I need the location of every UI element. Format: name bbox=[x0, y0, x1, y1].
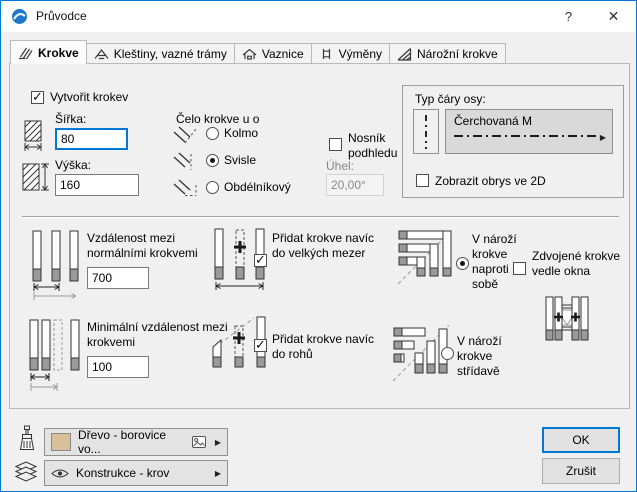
add-rafters-corners-checkbox[interactable] bbox=[254, 339, 267, 352]
add-rafters-corners-label: Přidat krokve navíc do rohů bbox=[272, 332, 382, 362]
close-button[interactable]: ✕ bbox=[591, 1, 636, 32]
tab-klestiny[interactable]: Kleštiny, vazné trámy bbox=[87, 43, 235, 64]
soffit-beam-label: Nosník podhledu bbox=[348, 131, 410, 161]
title-bar[interactable]: Průvodce ? ✕ bbox=[1, 1, 636, 32]
material-value: Dřevo - borovice vo... bbox=[78, 428, 185, 456]
purlin-roof-icon bbox=[242, 47, 257, 61]
end-vertical-icon bbox=[172, 152, 200, 172]
tab-label: Výměny bbox=[339, 47, 382, 61]
texture-picture-icon bbox=[192, 436, 206, 448]
end-kolmo-label: Kolmo bbox=[224, 126, 258, 141]
eye-icon bbox=[51, 468, 69, 479]
angle-label: Úhel: bbox=[326, 159, 354, 174]
show-outline-2d-label: Zobrazit obrys ve 2D bbox=[435, 174, 546, 189]
rafters-icon bbox=[18, 46, 33, 60]
end-svisle-radio[interactable] bbox=[206, 154, 219, 167]
tab-label: Nárožní krokve bbox=[417, 47, 498, 61]
material-brush-icon bbox=[17, 425, 37, 453]
spacing-input[interactable] bbox=[87, 267, 149, 289]
end-obdelnikovy-radio[interactable] bbox=[206, 181, 219, 194]
app-icon bbox=[11, 8, 28, 25]
dropdown-arrow-icon: ▶ bbox=[600, 133, 606, 142]
end-rectangular-icon bbox=[172, 179, 200, 199]
hip-opposite-icon bbox=[398, 230, 452, 284]
add-rafters-gaps-label: Přidat krokve navíc do velkých mezer bbox=[272, 231, 382, 261]
tab-vaznice[interactable]: Vaznice bbox=[235, 43, 312, 64]
tab-narozni-krokve[interactable]: Nárožní krokve bbox=[390, 43, 506, 64]
material-dropdown[interactable]: Dřevo - borovice vo... ▶ bbox=[44, 428, 228, 456]
double-rafters-window-icon bbox=[544, 296, 590, 350]
min-spacing-input[interactable] bbox=[87, 356, 149, 378]
material-swatch bbox=[51, 433, 71, 451]
dropdown-arrow-icon: ▶ bbox=[215, 438, 221, 447]
add-rafters-gaps-checkbox[interactable] bbox=[254, 254, 267, 267]
hip-alternate-radio[interactable] bbox=[441, 347, 454, 360]
hip-alternate-label: V nároží krokve střídavě bbox=[457, 334, 523, 379]
min-spacing-icon bbox=[29, 319, 81, 393]
create-rafter-checkbox[interactable] bbox=[31, 91, 44, 104]
axis-line-label: Typ čáry osy: bbox=[415, 92, 486, 107]
dashdot-line-preview bbox=[454, 135, 596, 137]
help-button[interactable]: ? bbox=[546, 1, 591, 32]
tab-vymeny[interactable]: Výměny bbox=[312, 43, 390, 64]
double-rafters-window-label: Zdvojené krokve vedle okna bbox=[532, 249, 627, 279]
width-icon bbox=[24, 120, 46, 154]
end-svisle-label: Svisle bbox=[224, 153, 256, 168]
show-outline-2d-checkbox[interactable] bbox=[416, 174, 429, 187]
tab-panel-krokve: Vytvořit krokev Šířka: Výška: Čelo krokv… bbox=[9, 63, 630, 409]
tab-label: Krokve bbox=[38, 46, 79, 60]
tab-bar: Krokve Kleštiny, vazné trámy Vaznice Vým… bbox=[10, 40, 506, 64]
spacing-label: Vzdálenost mezi normálními krokvemi bbox=[87, 231, 229, 261]
width-input[interactable] bbox=[55, 128, 128, 150]
rafter-spacing-icon bbox=[32, 230, 79, 300]
hip-rafters-icon bbox=[397, 47, 412, 61]
soffit-beam-checkbox[interactable] bbox=[329, 138, 342, 151]
hip-opposite-label: V nároží krokve naproti sobě bbox=[472, 232, 536, 292]
truss-icon bbox=[94, 47, 109, 61]
layer-dropdown[interactable]: Konstrukce - krov ▶ bbox=[44, 460, 228, 486]
height-icon bbox=[22, 163, 50, 193]
min-spacing-label: Minimální vzdálenost mezi krokvemi bbox=[87, 320, 229, 350]
width-label: Šířka: bbox=[55, 112, 86, 127]
axis-line-type-value: Čerchovaná M bbox=[454, 114, 604, 128]
axis-line-groupbox: Typ čáry osy: Čerchovaná M ▶ Zobrazit ob… bbox=[402, 85, 624, 198]
section-separator bbox=[22, 216, 619, 218]
end-obdelnikovy-label: Obdélníkový bbox=[224, 180, 291, 195]
end-kolmo-radio[interactable] bbox=[206, 127, 219, 140]
hip-opposite-radio[interactable] bbox=[456, 257, 469, 270]
dialog-pruvodce: Průvodce ? ✕ Krokve Kleštiny, vazné trám… bbox=[0, 0, 637, 492]
axis-line-sample-button[interactable] bbox=[413, 109, 439, 154]
layer-value: Konstrukce - krov bbox=[76, 466, 169, 480]
double-rafters-window-checkbox[interactable] bbox=[513, 262, 526, 275]
trimmer-icon bbox=[319, 47, 334, 61]
ok-button[interactable]: OK bbox=[542, 427, 620, 453]
angle-input bbox=[326, 174, 384, 196]
height-label: Výška: bbox=[55, 158, 91, 173]
window-title: Průvodce bbox=[36, 9, 87, 23]
create-rafter-label: Vytvořit krokev bbox=[50, 90, 128, 105]
tab-label: Kleštiny, vazné trámy bbox=[114, 47, 227, 61]
end-perpendicular-icon bbox=[172, 125, 200, 145]
cancel-button[interactable]: Zrušit bbox=[542, 458, 620, 484]
tab-label: Vaznice bbox=[262, 47, 304, 61]
vertical-dashdot-line bbox=[425, 115, 427, 149]
dropdown-arrow-icon: ▶ bbox=[215, 469, 221, 478]
layers-icon bbox=[13, 460, 39, 484]
height-input[interactable] bbox=[55, 174, 139, 196]
tab-krokve[interactable]: Krokve bbox=[10, 40, 87, 64]
axis-line-type-dropdown[interactable]: Čerchovaná M ▶ bbox=[445, 109, 613, 154]
